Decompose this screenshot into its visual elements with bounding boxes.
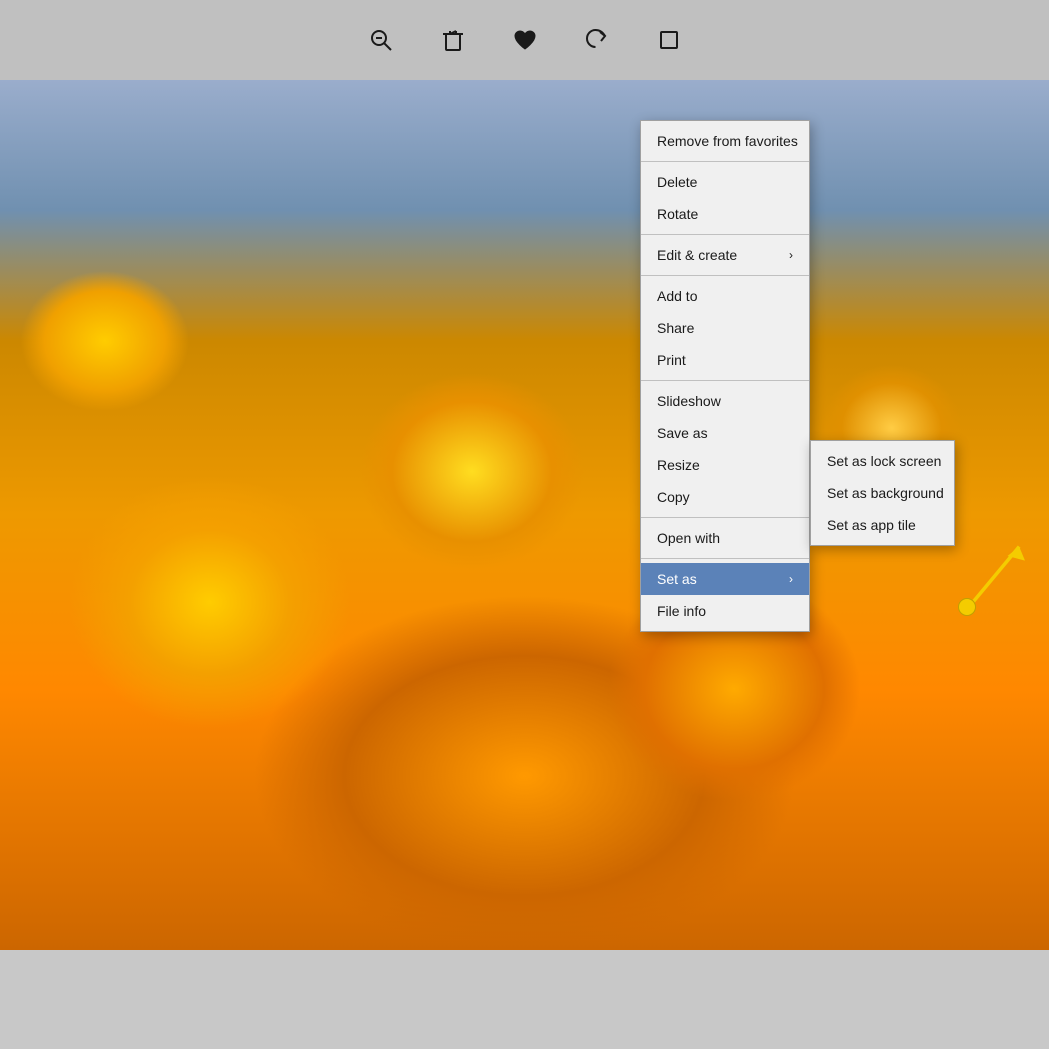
submenu-set-as: Set as lock screen Set as background Set… (810, 440, 955, 546)
bottom-bar (0, 950, 1049, 1049)
rotate-icon[interactable] (577, 20, 617, 60)
menu-item-share[interactable]: Share (641, 312, 809, 344)
submenu-arrow-set-as: › (789, 572, 793, 586)
indicator-dot (958, 598, 976, 616)
menu-item-file-info[interactable]: File info (641, 595, 809, 627)
context-menu: Remove from favorites Delete Rotate Edit… (640, 120, 810, 632)
submenu-arrow-edit: › (789, 248, 793, 262)
menu-separator-2 (641, 234, 809, 235)
menu-item-remove-favorites[interactable]: Remove from favorites (641, 125, 809, 157)
menu-item-set-app-tile[interactable]: Set as app tile (811, 509, 954, 541)
menu-separator-4 (641, 380, 809, 381)
menu-item-rotate[interactable]: Rotate (641, 198, 809, 230)
menu-item-set-as[interactable]: Set as › (641, 563, 809, 595)
menu-item-delete[interactable]: Delete (641, 166, 809, 198)
menu-item-print[interactable]: Print (641, 344, 809, 376)
delete-icon[interactable] (433, 20, 473, 60)
menu-item-edit-create[interactable]: Edit & create › (641, 239, 809, 271)
menu-item-save-as[interactable]: Save as (641, 417, 809, 449)
menu-separator-1 (641, 161, 809, 162)
menu-item-set-lock-screen[interactable]: Set as lock screen (811, 445, 954, 477)
favorite-heart-icon[interactable] (505, 20, 545, 60)
menu-item-open-with[interactable]: Open with (641, 522, 809, 554)
menu-item-copy[interactable]: Copy (641, 481, 809, 513)
zoom-icon[interactable] (361, 20, 401, 60)
menu-separator-5 (641, 517, 809, 518)
menu-item-set-background[interactable]: Set as background (811, 477, 954, 509)
menu-separator-6 (641, 558, 809, 559)
menu-item-resize[interactable]: Resize (641, 449, 809, 481)
menu-separator-3 (641, 275, 809, 276)
toolbar (0, 0, 1049, 80)
menu-item-add-to[interactable]: Add to (641, 280, 809, 312)
crop-icon[interactable] (649, 20, 689, 60)
menu-item-slideshow[interactable]: Slideshow (641, 385, 809, 417)
